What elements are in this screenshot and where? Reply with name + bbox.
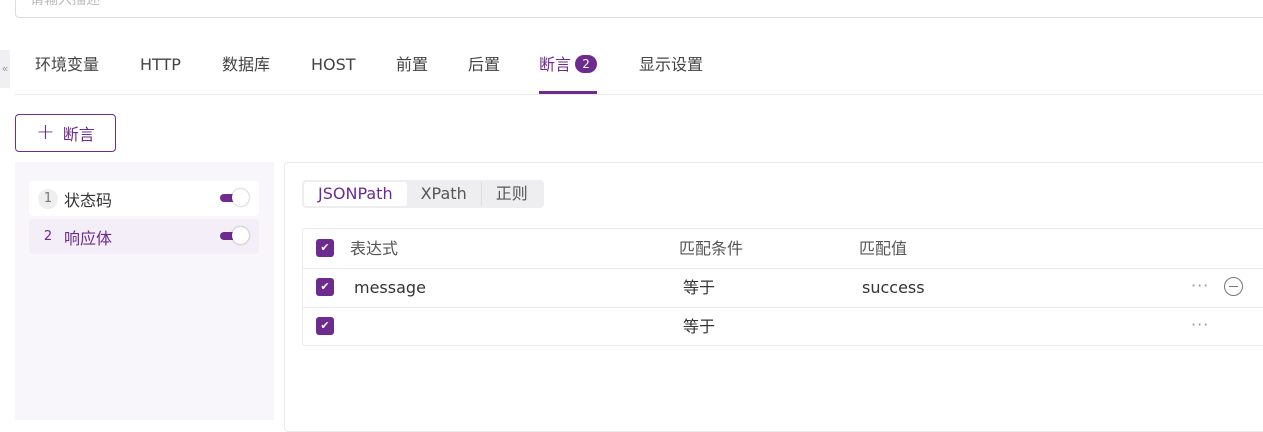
tab-env-vars[interactable]: 环境变量 xyxy=(35,38,99,94)
tab-label: 前置 xyxy=(396,55,429,74)
table-header: ✔ 表达式 匹配条件 匹配值 xyxy=(303,229,1263,269)
table-row: ✔ message 等于 success ··· xyxy=(303,268,1263,308)
header-value: 匹配值 xyxy=(859,239,908,258)
mode-jsonpath[interactable]: JSONPath xyxy=(304,182,407,206)
more-icon[interactable]: ··· xyxy=(1191,307,1213,346)
add-assertion-label: 断言 xyxy=(62,125,95,144)
row-checkbox[interactable]: ✔ xyxy=(316,278,334,296)
table-row: ✔ 等于 ··· xyxy=(303,307,1263,346)
remove-row-icon[interactable] xyxy=(1224,277,1243,296)
header-condition: 匹配条件 xyxy=(679,239,744,258)
tab-display-settings[interactable]: 显示设置 xyxy=(639,38,703,94)
tab-label: HOST xyxy=(311,55,356,74)
expression-input[interactable]: message xyxy=(354,268,426,307)
item-name: 状态码 xyxy=(64,190,113,210)
tab-label: 后置 xyxy=(468,55,501,74)
value-input[interactable]: success xyxy=(862,268,925,307)
count-badge: 2 xyxy=(575,55,598,73)
tab-bar: 环境变量 HTTP 数据库 HOST 前置 后置 断言 2 显示设置 xyxy=(15,38,1263,95)
match-mode-selector: JSONPath XPath 正则 xyxy=(302,180,544,208)
item-name: 响应体 xyxy=(64,228,113,248)
plus-icon: + xyxy=(36,120,55,145)
tab-http[interactable]: HTTP xyxy=(140,38,181,94)
tab-assertions[interactable]: 断言 2 xyxy=(539,38,598,94)
assertion-item-status-code[interactable]: 1 状态码 xyxy=(29,181,259,216)
tab-post[interactable]: 后置 xyxy=(468,38,500,94)
condition-select[interactable]: 等于 xyxy=(683,268,715,307)
assertion-list: 1 状态码 2 响应体 xyxy=(15,162,274,420)
tab-label: 断言 xyxy=(539,55,572,74)
condition-select[interactable]: 等于 xyxy=(683,307,715,346)
mode-xpath[interactable]: XPath xyxy=(407,182,482,206)
enable-toggle[interactable] xyxy=(218,227,249,244)
more-icon[interactable]: ··· xyxy=(1191,268,1213,307)
tab-database[interactable]: 数据库 xyxy=(222,38,270,94)
item-index: 1 xyxy=(38,188,58,209)
header-expression: 表达式 xyxy=(350,239,399,258)
assertion-table: ✔ 表达式 匹配条件 匹配值 ✔ message 等于 success ··· … xyxy=(302,228,1263,346)
tab-label: HTTP xyxy=(140,55,181,74)
row-checkbox[interactable]: ✔ xyxy=(316,317,334,335)
tab-label: 环境变量 xyxy=(35,55,100,74)
assertion-item-response-body[interactable]: 2 响应体 xyxy=(29,219,259,254)
select-all-checkbox[interactable]: ✔ xyxy=(316,239,334,257)
tab-host[interactable]: HOST xyxy=(311,38,356,94)
description-input[interactable]: 请输入描述 xyxy=(15,0,1263,18)
mode-regex[interactable]: 正则 xyxy=(482,182,542,206)
enable-toggle[interactable] xyxy=(218,189,249,206)
tab-label: 数据库 xyxy=(222,55,271,74)
add-assertion-button[interactable]: + 断言 xyxy=(15,114,116,152)
tab-label: 显示设置 xyxy=(639,55,704,74)
collapse-sidebar-icon[interactable]: « xyxy=(0,50,10,88)
item-index: 2 xyxy=(43,228,53,244)
tab-pre[interactable]: 前置 xyxy=(396,38,428,94)
